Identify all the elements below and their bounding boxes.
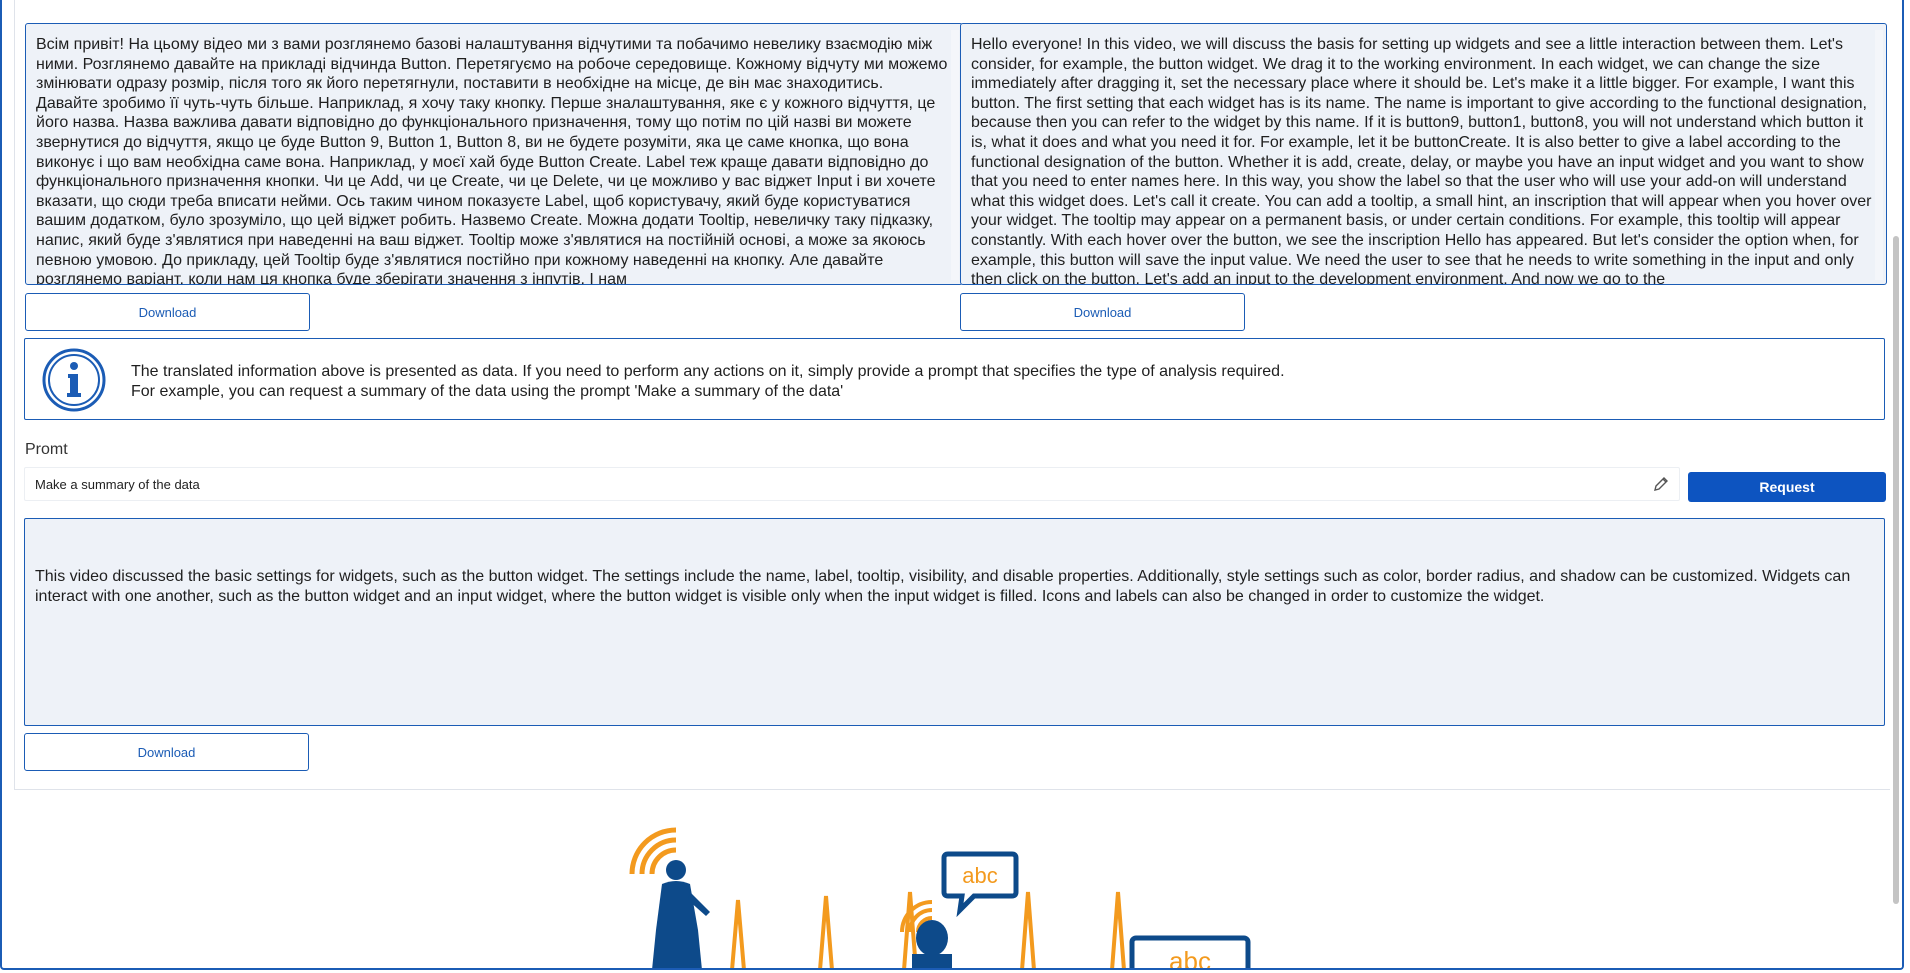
prompt-label: Promt: [25, 441, 68, 458]
prompt-input[interactable]: [25, 468, 1625, 500]
app-frame: Всім привіт! На цьому відео ми з вами ро…: [0, 0, 1904, 970]
person-icon: [652, 860, 710, 968]
page-scrollbar-thumb[interactable]: [1893, 236, 1899, 904]
speech-bubble: abc: [941, 851, 1019, 918]
bubble-text: abc: [962, 863, 997, 888]
download-result-button[interactable]: Download: [24, 733, 309, 771]
translated-text-box[interactable]: Hello everyone! In this video, we will d…: [960, 23, 1887, 285]
request-button[interactable]: Request: [1688, 472, 1886, 502]
translated-text: Hello everyone! In this video, we will d…: [971, 36, 1872, 284]
result-text: This video discussed the basic settings …: [35, 568, 1851, 605]
result-box[interactable]: This video discussed the basic settings …: [24, 518, 1885, 726]
download-source-button[interactable]: Download: [25, 293, 310, 331]
source-text: Всім привіт! На цьому відео ми з вами ро…: [36, 36, 948, 284]
translated-scrollbar[interactable]: [1875, 30, 1883, 280]
source-text-box[interactable]: Всім привіт! На цьому відео ми з вами ро…: [25, 23, 963, 285]
monitor-icon: abc: [1129, 935, 1251, 970]
source-scrollbar[interactable]: [951, 30, 959, 280]
info-icon: [42, 348, 106, 412]
illustration: abc abc: [629, 827, 1251, 970]
pencil-icon[interactable]: [1653, 476, 1669, 492]
page-scrollbar[interactable]: [1890, 0, 1902, 968]
download-translation-button[interactable]: Download: [960, 293, 1245, 331]
screen-text: abc: [1169, 946, 1211, 970]
info-line-2: For example, you can request a summary o…: [131, 383, 844, 400]
info-text: The translated information above is pres…: [131, 362, 1285, 402]
info-line-1: The translated information above is pres…: [131, 363, 1285, 380]
prompt-field[interactable]: [24, 467, 1680, 501]
info-box: The translated information above is pres…: [24, 338, 1885, 420]
